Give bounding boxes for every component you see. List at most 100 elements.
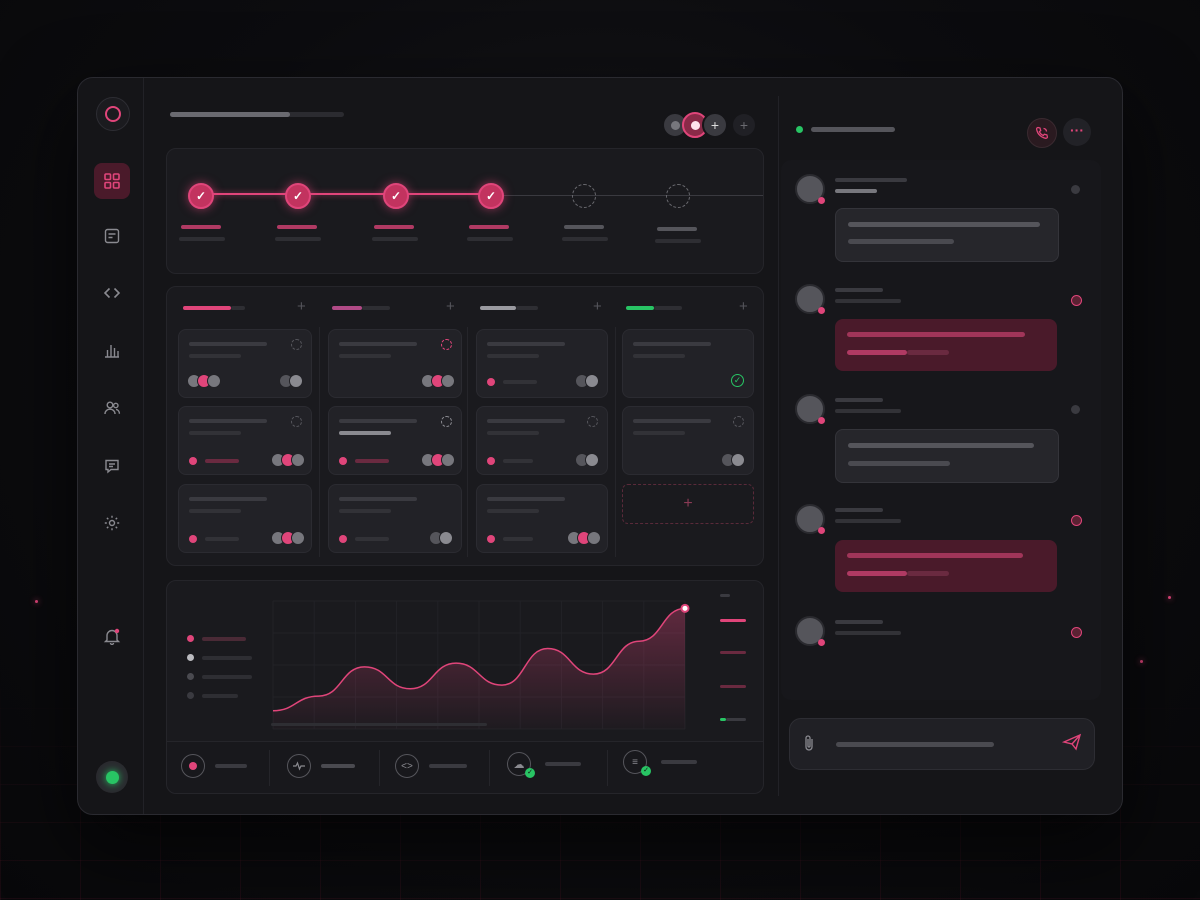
legend-item[interactable] bbox=[187, 667, 252, 686]
card-title-skeleton bbox=[339, 419, 417, 423]
task-card[interactable] bbox=[476, 406, 608, 475]
user-avatar[interactable] bbox=[96, 761, 128, 793]
check-icon: ✓ bbox=[292, 189, 304, 203]
status-pending-icon bbox=[441, 416, 452, 427]
message-bubble[interactable] bbox=[835, 319, 1057, 371]
message-list bbox=[781, 160, 1101, 700]
card-sub-skeleton bbox=[487, 509, 539, 513]
step-6-pending[interactable] bbox=[666, 184, 690, 208]
step-label-skeleton bbox=[374, 225, 414, 229]
send-icon bbox=[1061, 733, 1082, 751]
column-3-add-button[interactable]: + bbox=[593, 298, 602, 315]
step-4-complete[interactable]: ✓ bbox=[478, 183, 504, 209]
card-title-skeleton bbox=[487, 419, 565, 423]
message-avatar[interactable] bbox=[795, 174, 825, 204]
task-card[interactable] bbox=[476, 484, 608, 553]
card-title-skeleton bbox=[339, 342, 417, 346]
step-2-complete[interactable]: ✓ bbox=[285, 183, 311, 209]
call-button[interactable] bbox=[1027, 118, 1057, 148]
message-avatar[interactable] bbox=[795, 284, 825, 314]
sidebar bbox=[78, 78, 144, 814]
paperclip-icon[interactable] bbox=[802, 734, 816, 756]
stat-label-skeleton bbox=[429, 764, 467, 768]
message-avatar[interactable] bbox=[795, 616, 825, 646]
check-icon: ✓ bbox=[390, 189, 402, 203]
cloud-check-icon: ☁ ✓ bbox=[507, 752, 535, 778]
stat-checklist[interactable]: ≡ ✓ bbox=[623, 750, 697, 776]
app-logo[interactable] bbox=[96, 97, 130, 131]
task-card[interactable] bbox=[328, 406, 462, 475]
stat-recording[interactable] bbox=[181, 754, 247, 778]
sidebar-item-dashboard[interactable] bbox=[94, 163, 130, 199]
priority-skeleton bbox=[205, 537, 239, 541]
legend-label-skeleton bbox=[202, 655, 252, 660]
axis-tick-highlight bbox=[720, 619, 746, 622]
sidebar-item-tasks[interactable] bbox=[94, 218, 130, 254]
message-avatar[interactable] bbox=[795, 394, 825, 424]
task-card[interactable] bbox=[178, 484, 312, 553]
read-receipt-icon bbox=[1071, 405, 1080, 414]
sidebar-item-analytics[interactable] bbox=[94, 332, 130, 368]
message-bubble[interactable] bbox=[835, 208, 1059, 262]
message-avatar[interactable] bbox=[795, 504, 825, 534]
card-sub-skeleton bbox=[189, 431, 241, 435]
phone-icon bbox=[1035, 126, 1049, 139]
message-bubble[interactable] bbox=[835, 540, 1057, 592]
stat-activity[interactable] bbox=[287, 754, 355, 778]
sidebar-item-messages[interactable] bbox=[94, 448, 130, 484]
step-label-skeleton bbox=[564, 225, 604, 229]
task-card[interactable] bbox=[178, 329, 312, 398]
chart-scrollbar[interactable] bbox=[271, 723, 487, 726]
legend-item[interactable] bbox=[187, 648, 252, 667]
sidebar-item-code[interactable] bbox=[94, 275, 130, 311]
step-5-pending[interactable] bbox=[572, 184, 596, 208]
sidebar-item-team[interactable] bbox=[94, 390, 130, 426]
step-1-complete[interactable]: ✓ bbox=[188, 183, 214, 209]
more-button[interactable]: ··· bbox=[1063, 118, 1091, 146]
chat-panel: ··· bbox=[778, 96, 1109, 796]
message-composer bbox=[789, 718, 1095, 770]
message-text-skeleton bbox=[847, 350, 907, 355]
legend-label-skeleton bbox=[202, 693, 238, 698]
message-author-skeleton bbox=[835, 620, 883, 624]
legend-item[interactable] bbox=[187, 686, 252, 705]
step-3-complete[interactable]: ✓ bbox=[383, 183, 409, 209]
code-icon: <> bbox=[395, 754, 419, 778]
message-time-skeleton bbox=[835, 189, 877, 193]
sidebar-item-settings[interactable] bbox=[94, 505, 130, 541]
bell-icon bbox=[103, 628, 121, 645]
column-4-add-button[interactable]: + bbox=[739, 298, 748, 315]
column-1-add-button[interactable]: + bbox=[297, 298, 306, 315]
stat-cloud-sync[interactable]: ☁ ✓ bbox=[507, 752, 581, 778]
card-title-skeleton bbox=[189, 419, 267, 423]
step-sub-skeleton bbox=[372, 237, 418, 241]
stat-code[interactable]: <> bbox=[395, 754, 467, 778]
assignee-avatars bbox=[567, 531, 601, 545]
add-card-button[interactable]: + bbox=[622, 484, 754, 524]
page-title-skeleton-fill bbox=[170, 112, 290, 117]
notifications-button[interactable] bbox=[94, 618, 130, 654]
task-card[interactable] bbox=[476, 329, 608, 398]
task-card[interactable] bbox=[622, 406, 754, 475]
task-card[interactable] bbox=[328, 484, 462, 553]
column-divider bbox=[615, 327, 616, 557]
task-card[interactable] bbox=[328, 329, 462, 398]
message-time-skeleton bbox=[835, 409, 901, 413]
task-card[interactable] bbox=[178, 406, 312, 475]
message-input[interactable] bbox=[830, 729, 1050, 759]
send-button[interactable] bbox=[1061, 733, 1082, 756]
add-collaborator-button[interactable]: + bbox=[733, 114, 755, 136]
message-bubble[interactable] bbox=[835, 429, 1059, 483]
data-point[interactable] bbox=[680, 603, 690, 613]
collaborators-group[interactable]: + bbox=[662, 112, 728, 138]
task-card[interactable]: ✓ bbox=[622, 329, 754, 398]
message-input-skeleton bbox=[836, 742, 994, 747]
column-2-add-button[interactable]: + bbox=[446, 298, 455, 315]
stat-label-skeleton bbox=[545, 762, 581, 766]
stat-label-skeleton bbox=[661, 760, 697, 764]
legend-item[interactable] bbox=[187, 629, 252, 648]
column-divider bbox=[319, 327, 320, 557]
column-1-header-rest bbox=[231, 306, 245, 310]
status-pending-icon bbox=[733, 416, 744, 427]
bar-chart-icon bbox=[105, 345, 119, 358]
